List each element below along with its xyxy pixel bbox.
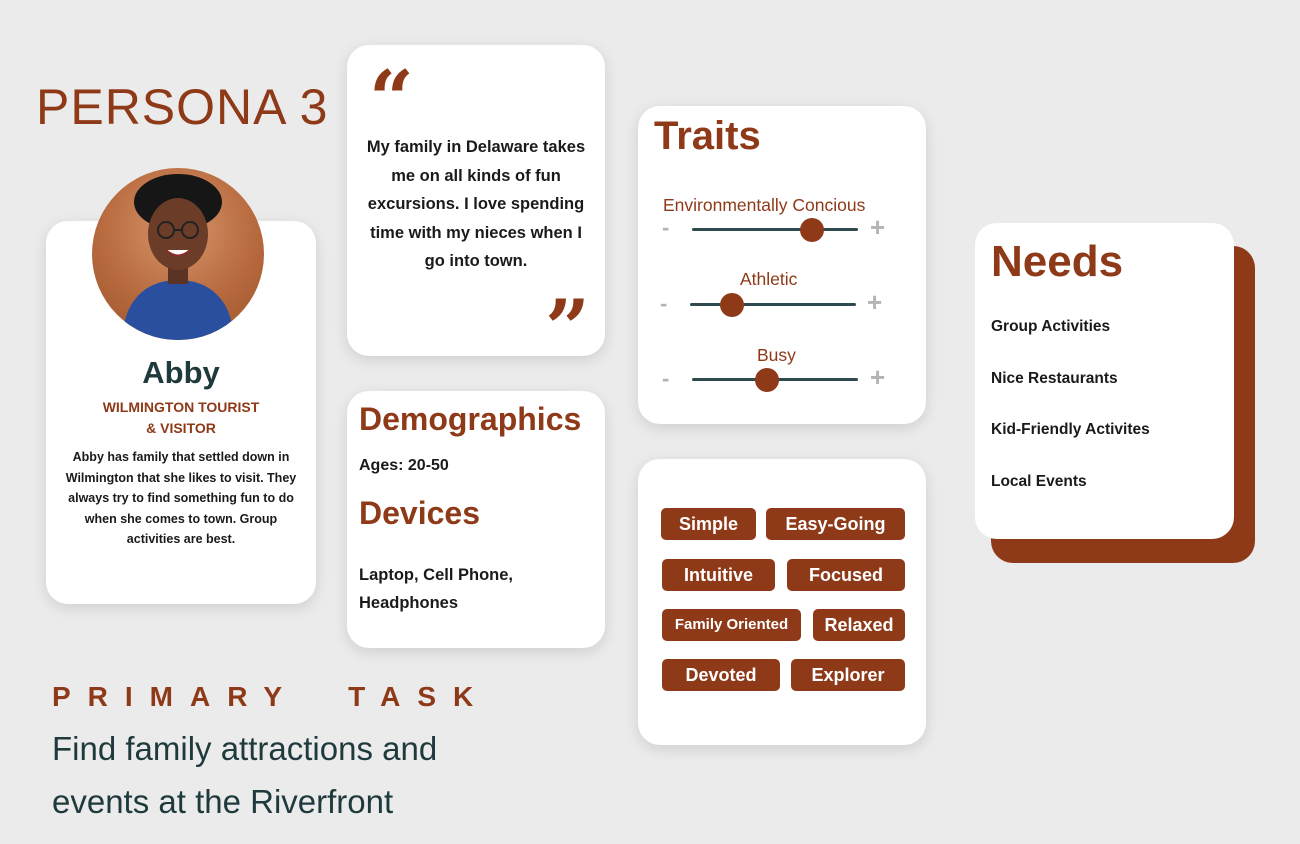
open-quote-icon: “	[369, 54, 414, 145]
personality-tags-card: Simple Easy-Going Intuitive Focused Fami…	[638, 459, 926, 745]
trait-decrease-icon[interactable]: -	[660, 291, 667, 317]
devices-heading: Devices	[359, 495, 480, 531]
primary-task-label: PRIMARY TASK	[52, 681, 491, 712]
devices-list: Laptop, Cell Phone, Headphones	[359, 566, 514, 612]
persona-title: PERSONA 3	[36, 79, 329, 135]
profile-role: WILMINGTON TOURIST & VISITOR	[46, 397, 316, 439]
demographics-card: Demographics Ages: 20-50 Devices Laptop,…	[347, 391, 605, 648]
tag-badge: Family Oriented	[662, 609, 801, 641]
traits-card: Traits Environmentally Concious - + Athl…	[638, 106, 926, 424]
trait-increase-icon[interactable]: +	[870, 362, 885, 393]
tag-badge: Explorer	[791, 659, 905, 691]
avatar	[92, 168, 264, 340]
demographics-ages: Ages: 20-50	[359, 457, 449, 474]
need-item: Nice Restaurants	[991, 370, 1118, 387]
tag-badge: Simple	[661, 508, 756, 540]
profile-bio: Abby has family that settled down in Wil…	[65, 450, 297, 546]
tag-badge: Easy-Going	[766, 508, 905, 540]
need-item: Kid-Friendly Activites	[991, 421, 1150, 438]
close-quote-icon: ”	[545, 283, 590, 374]
trait-slider-knob[interactable]	[719, 293, 744, 317]
trait-increase-icon[interactable]: +	[870, 212, 885, 243]
trait-increase-icon[interactable]: +	[867, 287, 882, 318]
tag-badge: Focused	[787, 559, 905, 591]
need-item: Local Events	[991, 473, 1087, 490]
profile-role-line2: & VISITOR	[146, 420, 216, 436]
trait-decrease-icon[interactable]: -	[662, 366, 669, 392]
trait-slider-track[interactable]	[690, 303, 856, 306]
profile-name: Abby	[142, 355, 220, 390]
tag-badge: Intuitive	[662, 559, 775, 591]
tag-badge: Relaxed	[813, 609, 905, 641]
tag-badge: Devoted	[662, 659, 780, 691]
trait-slider-track[interactable]	[692, 228, 858, 231]
trait-label: Busy	[757, 345, 796, 365]
quote-text: My family in Delaware takes me on all ki…	[366, 138, 586, 270]
traits-heading: Traits	[654, 114, 761, 158]
trait-slider-knob[interactable]	[754, 368, 779, 392]
avatar-illustration	[122, 174, 234, 340]
trait-label: Environmentally Concious	[663, 195, 866, 215]
needs-card: Needs Group Activities Nice Restaurants …	[975, 223, 1234, 539]
primary-task-text: Find family attractions and events at th…	[52, 730, 438, 820]
profile-role-line1: WILMINGTON TOURIST	[102, 399, 260, 415]
trait-slider-knob[interactable]	[799, 218, 824, 242]
quote-card: “ My family in Delaware takes me on all …	[347, 45, 605, 368]
need-item: Group Activities	[991, 318, 1111, 335]
demographics-heading: Demographics	[359, 401, 582, 437]
trait-label: Athletic	[740, 269, 798, 289]
trait-decrease-icon[interactable]: -	[662, 215, 669, 241]
needs-heading: Needs	[991, 237, 1124, 286]
